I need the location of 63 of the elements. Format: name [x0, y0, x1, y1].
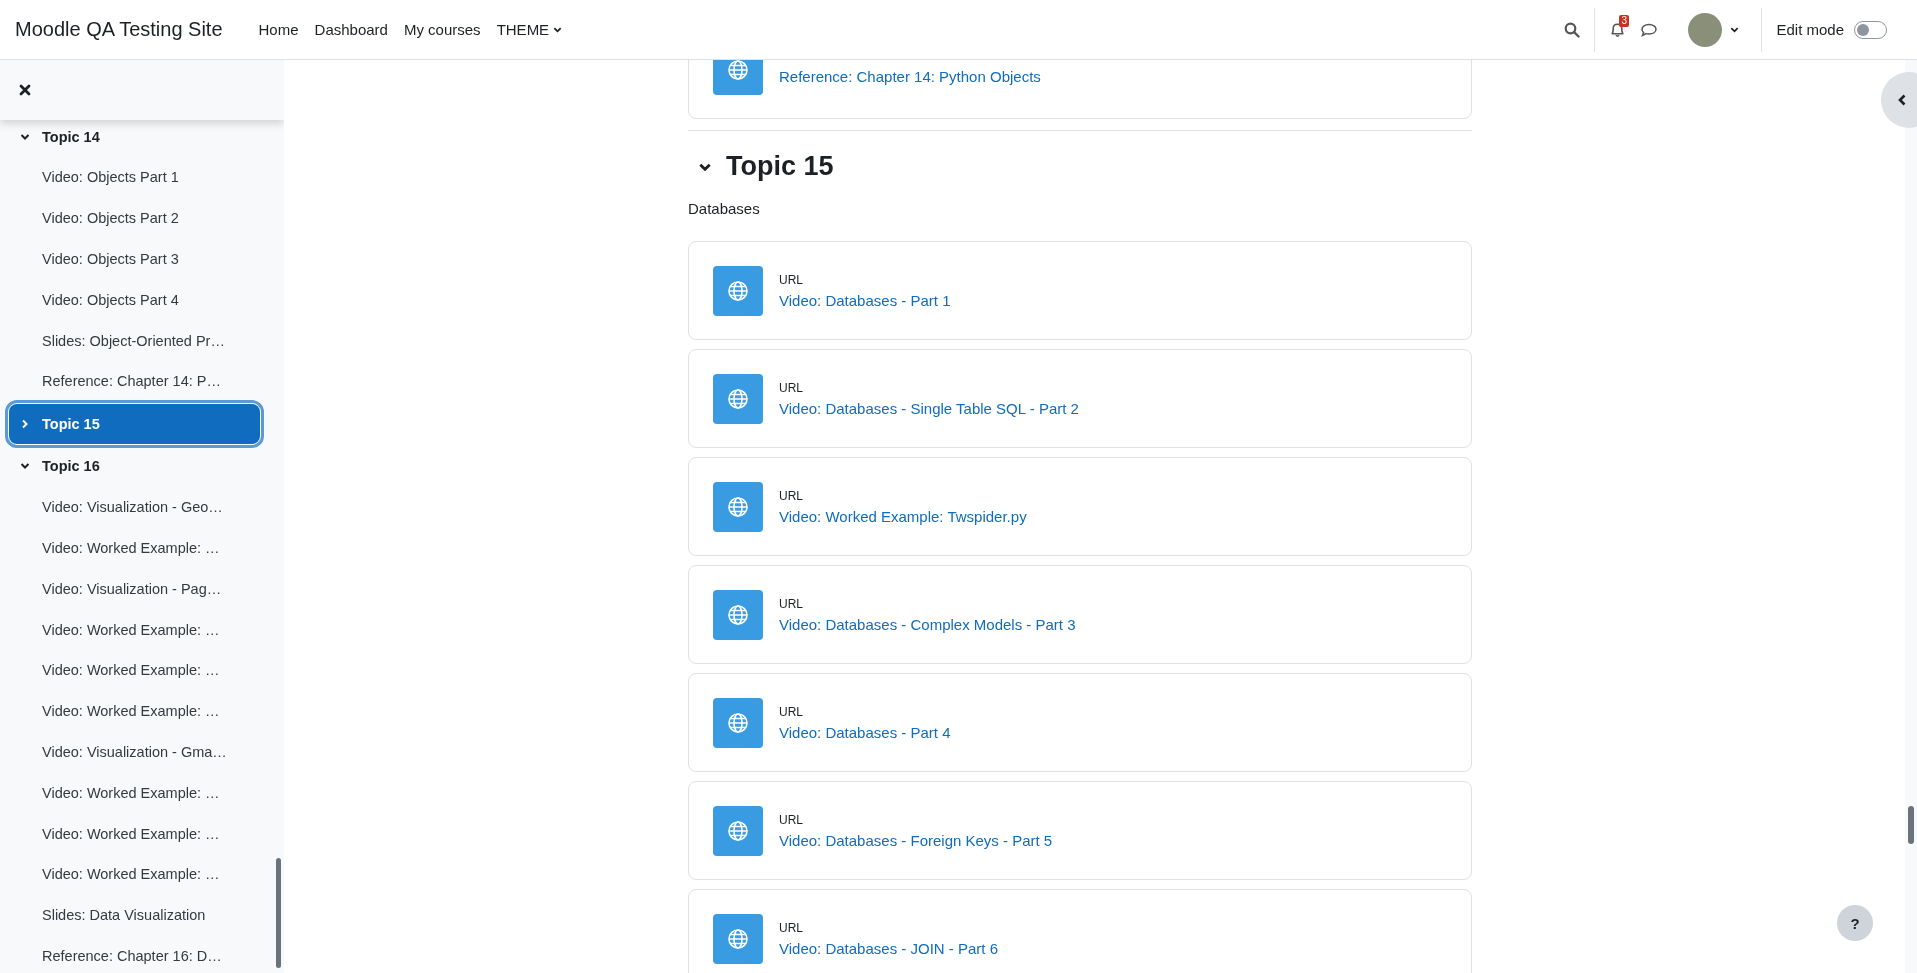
activity-type-label: URL — [779, 272, 804, 287]
sidebar-activity-link[interactable]: Video: Worked Example: … — [5, 690, 276, 732]
activity-link[interactable]: Reference: Chapter 14: Python Objects — [779, 68, 1041, 85]
sidebar-activity-link[interactable]: Reference: Chapter 14: P… — [5, 361, 276, 402]
sidebar-section-item[interactable]: Topic 14 — [5, 116, 276, 157]
caret-icon — [553, 25, 563, 34]
avatar[interactable] — [1688, 12, 1723, 47]
sidebar-activity-link[interactable]: Video: Worked Example: … — [5, 649, 276, 691]
sidebar-activity-link[interactable]: Video: Worked Example: … — [5, 813, 276, 854]
sidebar-activity-link[interactable]: Video: Objects Part 1 — [5, 157, 276, 198]
site-name[interactable]: Moodle QA Testing Site — [15, 18, 223, 41]
activity-type-label: URL — [779, 380, 804, 395]
nav-link[interactable]: Home — [250, 13, 307, 46]
sidebar-activity-link[interactable]: Slides: Data Visualization — [5, 894, 276, 936]
activity-link[interactable]: Video: Databases - Part 4 — [779, 723, 951, 741]
sidebar-section-item[interactable]: Topic 16 — [5, 445, 276, 487]
sidebar-activity-link[interactable]: Video: Worked Example: … — [5, 527, 276, 569]
sidebar-activity-link[interactable]: Video: Visualization - Gma… — [5, 731, 276, 773]
sidebar-activity-link[interactable]: Video: Worked Example: … — [5, 609, 276, 650]
speech-bubble-icon[interactable] — [1640, 21, 1659, 38]
globe-icon — [713, 481, 763, 532]
globe-icon — [713, 265, 763, 316]
edit-mode-label: Edit mode — [1776, 21, 1844, 38]
globe-icon — [713, 697, 763, 748]
scrollbar-thumb[interactable] — [1908, 806, 1914, 844]
activity-link[interactable]: Video: Databases - Part 1 — [779, 291, 951, 309]
globe-icon — [713, 805, 763, 856]
notification-count: 3 — [1619, 15, 1629, 27]
activity-type-label: URL — [779, 812, 804, 827]
activity-link[interactable]: Video: Databases - Single Table SQL - Part 2 — [779, 399, 1079, 417]
globe-icon — [713, 913, 763, 964]
globe-icon — [713, 589, 763, 640]
scrollbar-thumb[interactable] — [276, 858, 281, 968]
nav-link[interactable]: My courses — [395, 13, 489, 46]
activity-type-label: URL — [779, 704, 804, 719]
activity-link[interactable]: Video: Databases - Complex Models - Part 3 — [779, 615, 1076, 633]
section-title: Topic 15 — [726, 151, 834, 182]
edit-mode-toggle[interactable] — [1854, 20, 1887, 39]
caret-icon[interactable] — [1730, 25, 1740, 34]
section-summary: Databases — [688, 200, 761, 217]
activity-link[interactable]: Video: Databases - JOIN - Part 6 — [779, 939, 998, 957]
sidebar-activity-link[interactable]: Reference: Chapter 16: D… — [5, 935, 276, 973]
sidebar-activity-link[interactable]: Video: Visualization - Geo… — [5, 486, 276, 528]
sidebar-activity-link[interactable]: Video: Worked Example: … — [5, 772, 276, 814]
sidebar-activity-link[interactable]: Video: Worked Example: … — [5, 853, 276, 895]
sidebar-activity-link[interactable]: Video: Objects Part 4 — [5, 279, 276, 321]
close-icon[interactable] — [19, 84, 31, 96]
activity-link[interactable]: Video: Worked Example: Twspider.py — [779, 507, 1027, 525]
activity-type-label: URL — [779, 596, 804, 611]
sidebar-activity-link[interactable]: Video: Visualization - Pag… — [5, 568, 276, 610]
chevron-left-icon — [1897, 94, 1907, 106]
globe-icon — [713, 373, 763, 424]
activity-type-label: URL — [779, 488, 804, 503]
activity-type-label: URL — [779, 920, 804, 935]
sidebar-activity-link[interactable]: Video: Objects Part 2 — [5, 197, 276, 239]
help-button[interactable]: ? — [1837, 905, 1873, 941]
activity-link[interactable]: Video: Databases - Foreign Keys - Part 5 — [779, 831, 1053, 849]
search-icon[interactable] — [1564, 21, 1581, 38]
sidebar-activity-link[interactable]: Slides: Object-Oriented Pr… — [5, 320, 276, 361]
nav-link[interactable]: THEME — [488, 13, 571, 46]
sidebar-activity-link[interactable]: Video: Objects Part 3 — [5, 238, 276, 280]
chevron-right-icon[interactable] — [20, 418, 30, 429]
nav-link[interactable]: Dashboard — [306, 13, 396, 46]
